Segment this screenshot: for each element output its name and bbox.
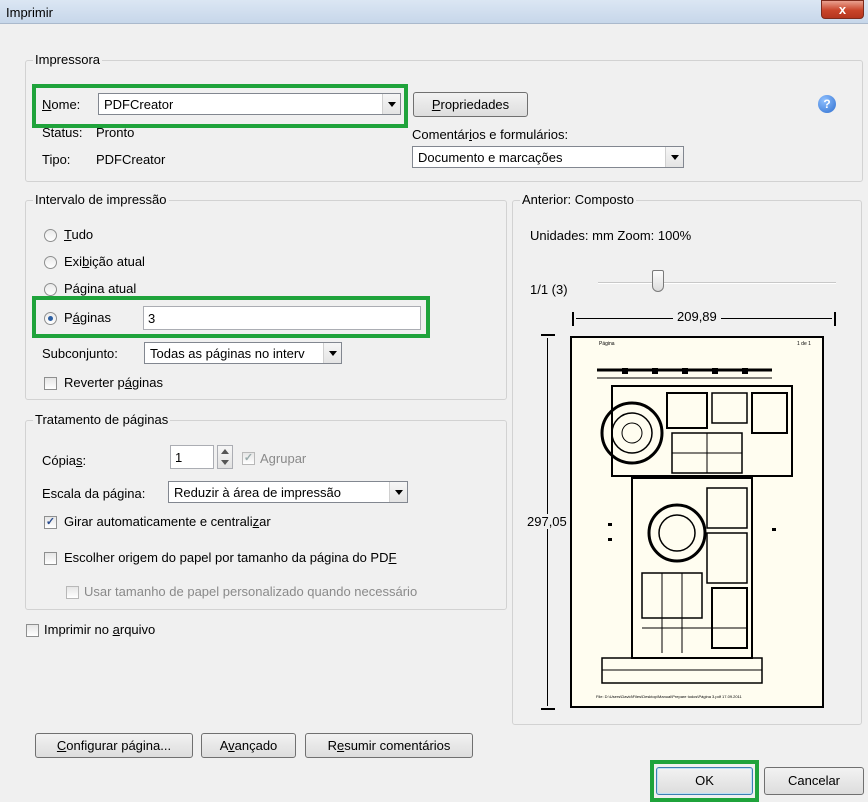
sheet-footer: File: D:\Users\David\Files\Desktop\Manua… <box>596 694 742 699</box>
radio-all[interactable] <box>44 229 57 242</box>
subset-select[interactable]: Todas as páginas no interv <box>144 342 342 364</box>
cancel-button[interactable]: Cancelar <box>764 767 864 795</box>
subset-value: Todas as páginas no interv <box>150 346 305 361</box>
copies-value: 1 <box>175 450 183 465</box>
paper-source-label: Escolher origem do papel por tamanho da … <box>64 550 397 565</box>
print-range-group-label: Intervalo de impressão <box>33 192 169 207</box>
radio-current-page[interactable] <box>44 283 57 296</box>
radio-all-label: Tudo <box>64 227 94 242</box>
radio-current-view[interactable] <box>44 256 57 269</box>
radio-current-page-label: Página atual <box>64 281 137 296</box>
window-title: Imprimir <box>6 5 53 20</box>
printer-name-highlight <box>32 84 408 128</box>
dimension-tick <box>541 334 555 336</box>
copies-spinner[interactable] <box>217 445 233 469</box>
chevron-down-icon <box>665 147 683 167</box>
chevron-down-icon <box>389 482 407 502</box>
comments-forms-value: Documento e marcações <box>418 150 563 165</box>
copies-label: Cópias: <box>42 453 87 468</box>
floor-plan-drawing <box>597 368 793 684</box>
reverse-pages-label: Reverter páginas <box>64 375 164 390</box>
print-to-file-checkbox[interactable] <box>26 624 39 637</box>
paper-source-checkbox[interactable] <box>44 552 57 565</box>
spinner-down-icon[interactable] <box>221 460 229 465</box>
preview-height: 297,05 <box>527 514 567 529</box>
type-value: PDFCreator <box>96 152 166 167</box>
preview-header: Anterior: Composto <box>520 192 636 207</box>
page-scale-label: Escala da página: <box>42 486 146 501</box>
dimension-tick <box>572 312 574 326</box>
page-slider-track[interactable] <box>598 282 836 284</box>
page-scale-select[interactable]: Reduzir à área de impressão <box>168 481 408 503</box>
properties-button[interactable]: Propriedades <box>413 92 528 117</box>
comments-forms-select[interactable]: Documento e marcações <box>412 146 684 168</box>
printer-group-label: Impressora <box>33 52 103 67</box>
close-button[interactable]: x <box>821 0 864 19</box>
custom-paper-checkbox[interactable] <box>66 586 79 599</box>
chevron-down-icon <box>323 343 341 363</box>
status-value: Pronto <box>96 125 135 140</box>
comments-forms-label: Comentários e formulários: <box>412 127 569 142</box>
print-to-file-label: Imprimir no arquivo <box>44 622 156 637</box>
ok-button[interactable]: OK <box>656 767 753 795</box>
custom-paper-label: Usar tamanho de papel personalizado quan… <box>84 584 418 599</box>
page-handling-group-label: Tratamento de páginas <box>33 412 171 427</box>
page-slider-thumb[interactable] <box>652 270 664 292</box>
preview-units-zoom: Unidades: mm Zoom: 100% <box>530 228 692 243</box>
type-label: Tipo: <box>42 152 71 167</box>
dimension-tick <box>834 312 836 326</box>
page-scale-value: Reduzir à área de impressão <box>174 485 341 500</box>
title-bar: Imprimir x <box>0 0 868 24</box>
auto-rotate-label: Girar automaticamente e centralizar <box>64 514 271 529</box>
print-dialog: Imprimir x Impressora Nome: PDFCreator P… <box>0 0 868 802</box>
status-label: Status: <box>42 125 83 140</box>
collate-checkbox[interactable]: ✓ <box>242 452 255 465</box>
spinner-up-icon[interactable] <box>221 449 229 454</box>
advanced-button[interactable]: Avançado <box>201 733 296 758</box>
preview-page-counter: 1/1 (3) <box>530 282 568 297</box>
radio-current-view-label: Exibição atual <box>64 254 145 269</box>
help-icon[interactable]: ? <box>818 95 836 113</box>
dimension-tick <box>541 708 555 710</box>
subset-label: Subconjunto: <box>42 346 118 361</box>
page-preview: Página 1 de 1 File: D:\Users\David\Files… <box>570 336 824 708</box>
pages-highlight <box>32 296 430 338</box>
auto-rotate-checkbox[interactable]: ✓ <box>44 516 57 529</box>
reverse-pages-checkbox[interactable] <box>44 377 57 390</box>
copies-input[interactable]: 1 <box>170 445 214 469</box>
page-setup-button[interactable]: Configurar página... <box>35 733 193 758</box>
collate-label: Agrupar <box>260 451 307 466</box>
summarize-comments-button[interactable]: Resumir comentários <box>305 733 473 758</box>
preview-width: 209,89 <box>673 309 721 324</box>
